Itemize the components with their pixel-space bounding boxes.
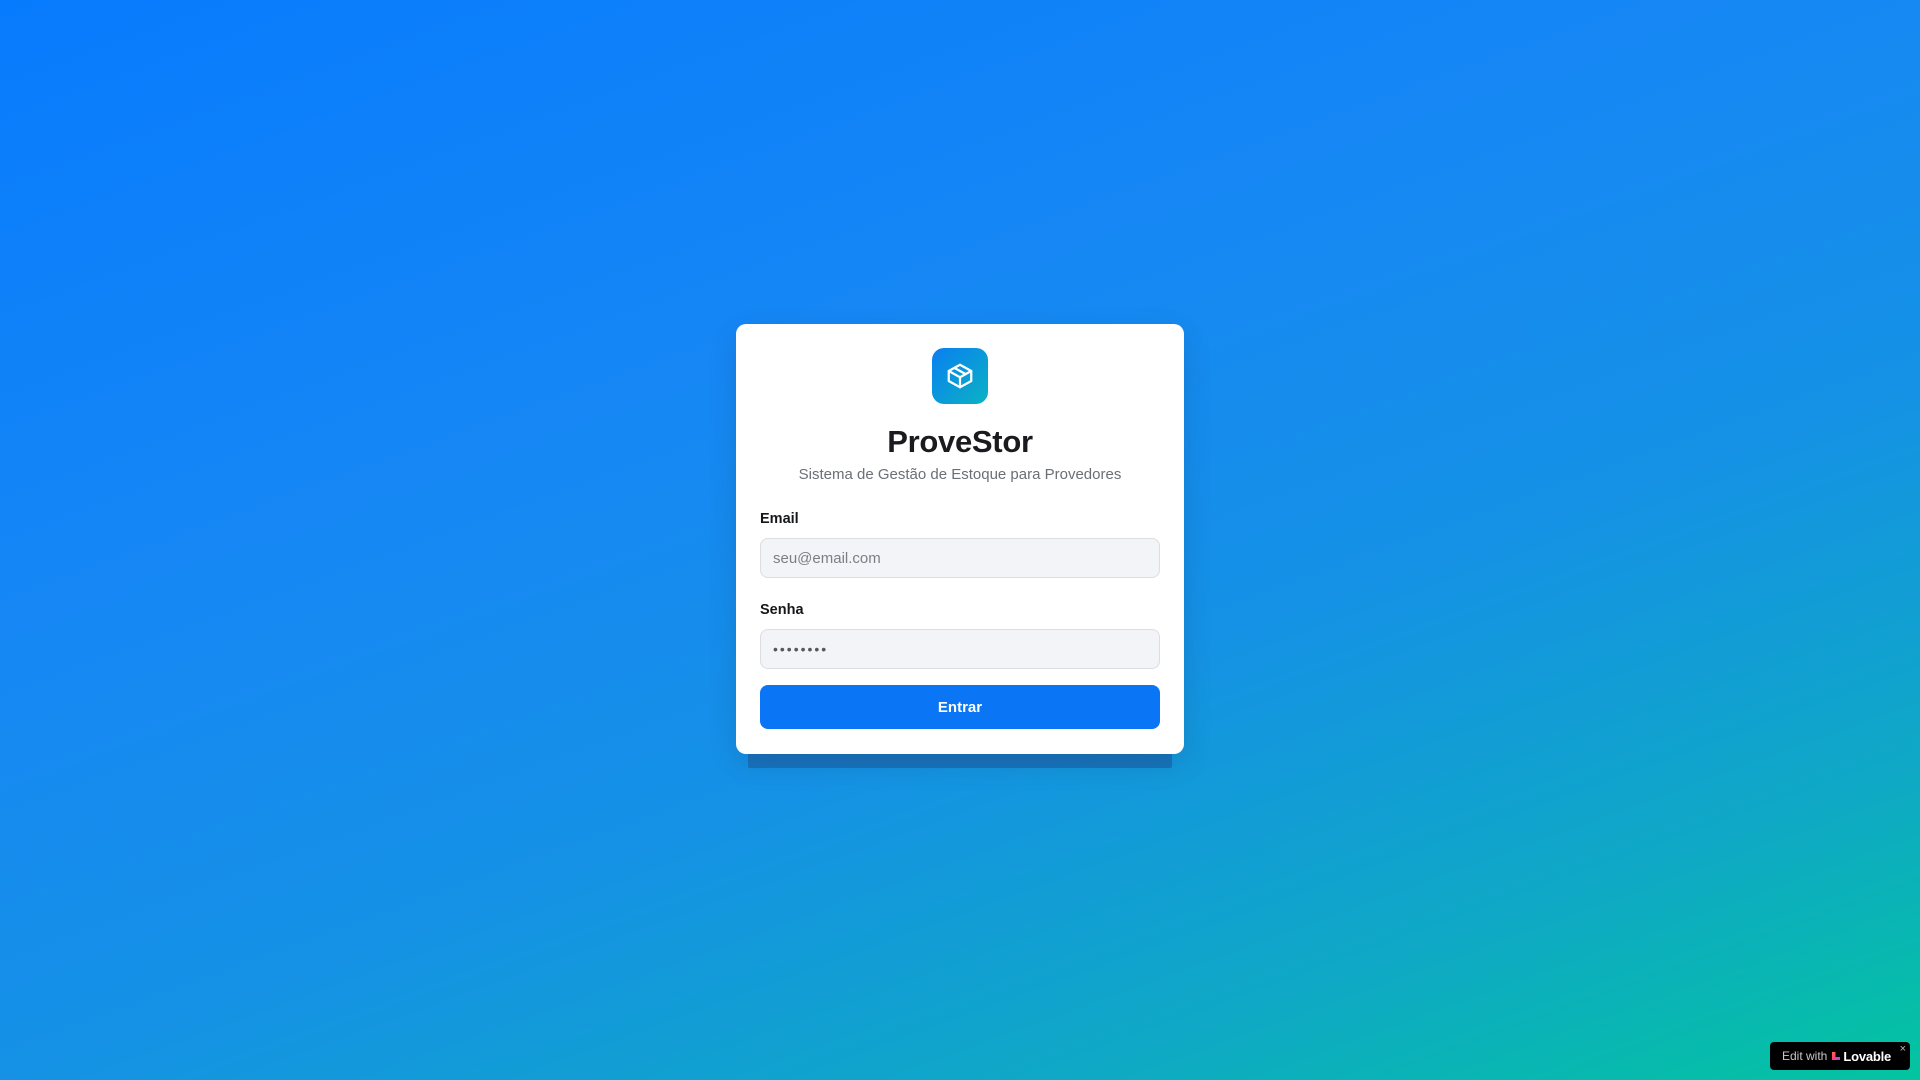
badge-brand: Lovable (1843, 1048, 1892, 1064)
lovable-heart-icon (1831, 1051, 1841, 1061)
login-card: ProveStor Sistema de Gestão de Estoque p… (736, 324, 1184, 754)
password-label: Senha (760, 602, 804, 618)
login-form: Email Senha Entrar (760, 511, 1160, 729)
login-page: ProveStor Sistema de Gestão de Estoque p… (0, 0, 1920, 1080)
login-card-wrapper: ProveStor Sistema de Gestão de Estoque p… (736, 324, 1184, 768)
app-subtitle: Sistema de Gestão de Estoque para Proved… (798, 466, 1122, 483)
badge-prefix: Edit with (1782, 1049, 1828, 1063)
password-field[interactable] (760, 629, 1160, 669)
app-logo (932, 348, 988, 404)
package-icon (947, 363, 973, 389)
app-title: ProveStor (887, 424, 1033, 459)
edit-with-lovable-badge[interactable]: Edit with Lovable × (1770, 1042, 1910, 1070)
login-button[interactable]: Entrar (760, 685, 1160, 729)
email-label: Email (760, 511, 799, 527)
badge-close-icon[interactable]: × (1900, 1043, 1906, 1055)
password-group: Senha (760, 602, 1160, 669)
email-field[interactable] (760, 538, 1160, 578)
email-group: Email (760, 511, 1160, 578)
